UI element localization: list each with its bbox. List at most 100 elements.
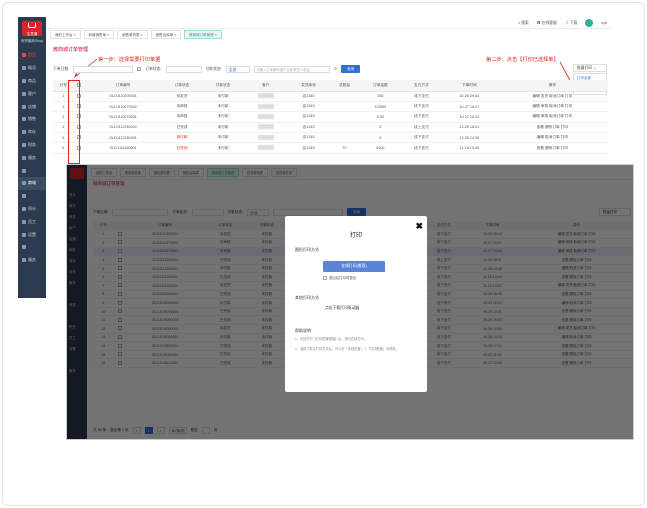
tab-3[interactable]: 销售出库单 × bbox=[150, 30, 182, 39]
row-actions[interactable]: 查看 删除订单 打印 bbox=[496, 142, 608, 154]
row-actions[interactable]: 编辑 审核 取消订单 打印 bbox=[496, 111, 608, 123]
table-row[interactable]: 5 OLDJ112260001 待付款 未付款 店1345 5 线下支付 12-26 14:3… bbox=[53, 132, 608, 144]
sidebar-item-12[interactable]: 积分 bbox=[18, 203, 46, 216]
tab-label: 销售出库单 bbox=[155, 33, 174, 37]
sidebar-item-3[interactable]: 客户 bbox=[18, 87, 46, 100]
table-row[interactable]: 4 OLDJ112260002 已完成 未付款 店1345 5 线上支付 12-26 18:0… bbox=[53, 122, 608, 134]
quantity bbox=[329, 91, 360, 102]
tab-2[interactable]: 销售单列表 × bbox=[117, 30, 148, 39]
nav-icon bbox=[22, 104, 26, 109]
nav-icon bbox=[22, 155, 26, 160]
row-actions[interactable]: 编辑 发货 取消订单 打印 bbox=[496, 91, 608, 102]
close-icon[interactable]: ✖ bbox=[415, 221, 423, 232]
status-filter-checkbox[interactable] bbox=[137, 67, 142, 71]
status-filter-label: 订单状态: bbox=[145, 66, 162, 71]
sidebar-item-6[interactable]: 库存 bbox=[18, 126, 46, 139]
pay-method: 线下支付 bbox=[400, 91, 442, 102]
download-link[interactable]: ⇩ 下载 bbox=[565, 21, 577, 26]
table-row[interactable]: 2 OLDJ110270002 待审核 未付款 店1345 5.5585 线下支付 10-27… bbox=[53, 101, 608, 113]
column-header: 发货库存 bbox=[288, 80, 330, 92]
modal-section-other: 其他打印方式 bbox=[295, 295, 319, 300]
tab-bar: 我的工作台 × 新增销售单 × 销售单列表 × 销售出库单 × 微商城订单管理 × bbox=[50, 30, 222, 41]
search-link[interactable]: ⌕ 搜索 bbox=[518, 21, 529, 26]
sidebar-item-0[interactable]: 首页 bbox=[18, 49, 46, 62]
sidebar-item-11[interactable] bbox=[18, 190, 46, 203]
order-number-link[interactable]: OLDJ112260001 bbox=[84, 132, 162, 144]
sidebar-item-9[interactable] bbox=[18, 164, 46, 177]
warehouse: 店1345 bbox=[288, 132, 330, 144]
order-status: 待发货 bbox=[161, 91, 203, 102]
order-number-link[interactable]: OLDJ111160001 bbox=[84, 142, 162, 154]
search-input[interactable]: 请输入订单编号/客户名称/收货人电话 bbox=[253, 65, 330, 73]
sidebar-item-label: 积分 bbox=[28, 205, 36, 211]
tab-0[interactable]: 我的工作台 × bbox=[50, 30, 81, 39]
customer-cell bbox=[243, 101, 289, 113]
modal-help-note1: 1、在线打印【打印配置模板】后，再行在线打印。 bbox=[295, 337, 367, 341]
sidebar-item-10[interactable]: 商城 bbox=[18, 176, 46, 190]
sidebar-item-16[interactable]: 服务 bbox=[18, 254, 46, 267]
quantity bbox=[329, 122, 360, 134]
warehouse: 店1345 bbox=[288, 142, 330, 154]
sidebar-item-5[interactable]: 销售 bbox=[18, 113, 46, 126]
sidebar-item-1[interactable]: 概况 bbox=[18, 62, 46, 75]
table-row[interactable]: 6 OLDJ111160001 已关闭 未付款 店1345 70 6400 线下支付 11-16… bbox=[53, 142, 608, 154]
tab-4[interactable]: 微商城订单管理 × bbox=[184, 30, 222, 39]
column-header: 订单金额 bbox=[359, 80, 401, 92]
tab-1[interactable]: 新增销售单 × bbox=[83, 30, 115, 39]
modal-help-note2: 2、选择了默认打印方式后，可以在「系统设置」＞「打印配置」中修改。 bbox=[295, 347, 399, 351]
date-range-input[interactable] bbox=[73, 65, 134, 73]
order-number-link[interactable]: OLDJ110270002 bbox=[84, 101, 162, 113]
search-icon[interactable]: ⌕ bbox=[334, 66, 337, 73]
nav-icon bbox=[22, 130, 26, 135]
sidebar-item-label: 首页 bbox=[28, 52, 36, 58]
sidebar-item-14[interactable]: 设置 bbox=[18, 228, 46, 241]
date-filter-label: 下单日期: bbox=[53, 66, 70, 71]
table-row[interactable]: 3 OLDJ110270001 待审核 未付款 店1345 5.55 线下支付 10-27 1… bbox=[53, 111, 608, 123]
order-status: 待付款 bbox=[161, 132, 203, 144]
sidebar-item-4[interactable]: 店铺 bbox=[18, 100, 46, 113]
close-icon[interactable]: × bbox=[73, 33, 75, 37]
sidebar-item-label: 员工 bbox=[28, 218, 36, 224]
online-print-button[interactable]: 在线打印(推荐) bbox=[323, 261, 385, 272]
close-icon[interactable]: × bbox=[214, 33, 217, 37]
sidebar-item-15[interactable] bbox=[18, 241, 46, 254]
exit-checkbox[interactable] bbox=[323, 275, 327, 280]
pay-method: 线下支付 bbox=[400, 142, 442, 154]
batch-print-label: 批量打印 bbox=[577, 66, 593, 70]
close-icon[interactable]: × bbox=[106, 33, 109, 37]
sidebar: 生意通 有赞微商Shop 首页 概况 商品 客户 店铺 销售 库存 财务 服务 商城 积分 员工 设置服… bbox=[18, 17, 46, 298]
column-header: 下单时间 bbox=[441, 80, 497, 92]
help-link[interactable]: ☎ 在线客服 bbox=[537, 21, 557, 26]
order-number-link[interactable]: OLDJ112260002 bbox=[84, 122, 162, 134]
row-actions[interactable]: 编辑 审核 取消订单 打印 bbox=[496, 101, 608, 113]
user-name[interactable]: syk bbox=[601, 21, 607, 25]
status-select[interactable] bbox=[165, 65, 202, 73]
download-driver-link[interactable]: 点击下载打印驱动器 bbox=[325, 306, 359, 311]
avatar[interactable] bbox=[585, 19, 594, 27]
sidebar-item-label: 商品 bbox=[28, 77, 36, 83]
sidebar-item-7[interactable]: 财务 bbox=[18, 139, 46, 152]
table-row[interactable]: 1 OLDJ110200001 待发货 未付款 店1345 280 线下支付 10-28 09… bbox=[53, 91, 608, 102]
sidebar-item-13[interactable]: 员工 bbox=[18, 215, 46, 228]
nav-icon bbox=[22, 258, 26, 263]
close-icon[interactable]: × bbox=[173, 33, 176, 37]
annotation-step2: 第二步：点击【打印已选择单】 bbox=[486, 57, 559, 63]
nav-icon bbox=[22, 194, 26, 199]
sidebar-item-8[interactable]: 服务 bbox=[18, 151, 46, 164]
customer-name-redacted bbox=[257, 124, 274, 130]
batch-print-button[interactable]: 批量打印 ⌄ bbox=[573, 64, 607, 72]
sidebar-item-2[interactable]: 商品 bbox=[18, 75, 46, 88]
query-button[interactable]: 查询 bbox=[341, 65, 361, 73]
order-number-link[interactable]: OLDJ110200001 bbox=[84, 91, 162, 102]
exit-checkbox-row[interactable]: 退出后打印时退出 bbox=[323, 275, 356, 280]
column-header: 操作 bbox=[496, 80, 608, 92]
warehouse: 店1345 bbox=[288, 91, 330, 102]
order-status: 待审核 bbox=[161, 111, 203, 123]
quantity bbox=[329, 101, 360, 113]
row-actions[interactable]: 编辑 取消订单 打印 bbox=[496, 132, 608, 144]
row-actions[interactable]: 查看 删除订单 打印 bbox=[496, 122, 608, 134]
order-number-link[interactable]: OLDJ110270001 bbox=[84, 111, 162, 123]
nav-icon bbox=[22, 66, 26, 71]
pay-select[interactable]: 全部 bbox=[225, 65, 250, 73]
close-icon[interactable]: × bbox=[140, 33, 143, 37]
